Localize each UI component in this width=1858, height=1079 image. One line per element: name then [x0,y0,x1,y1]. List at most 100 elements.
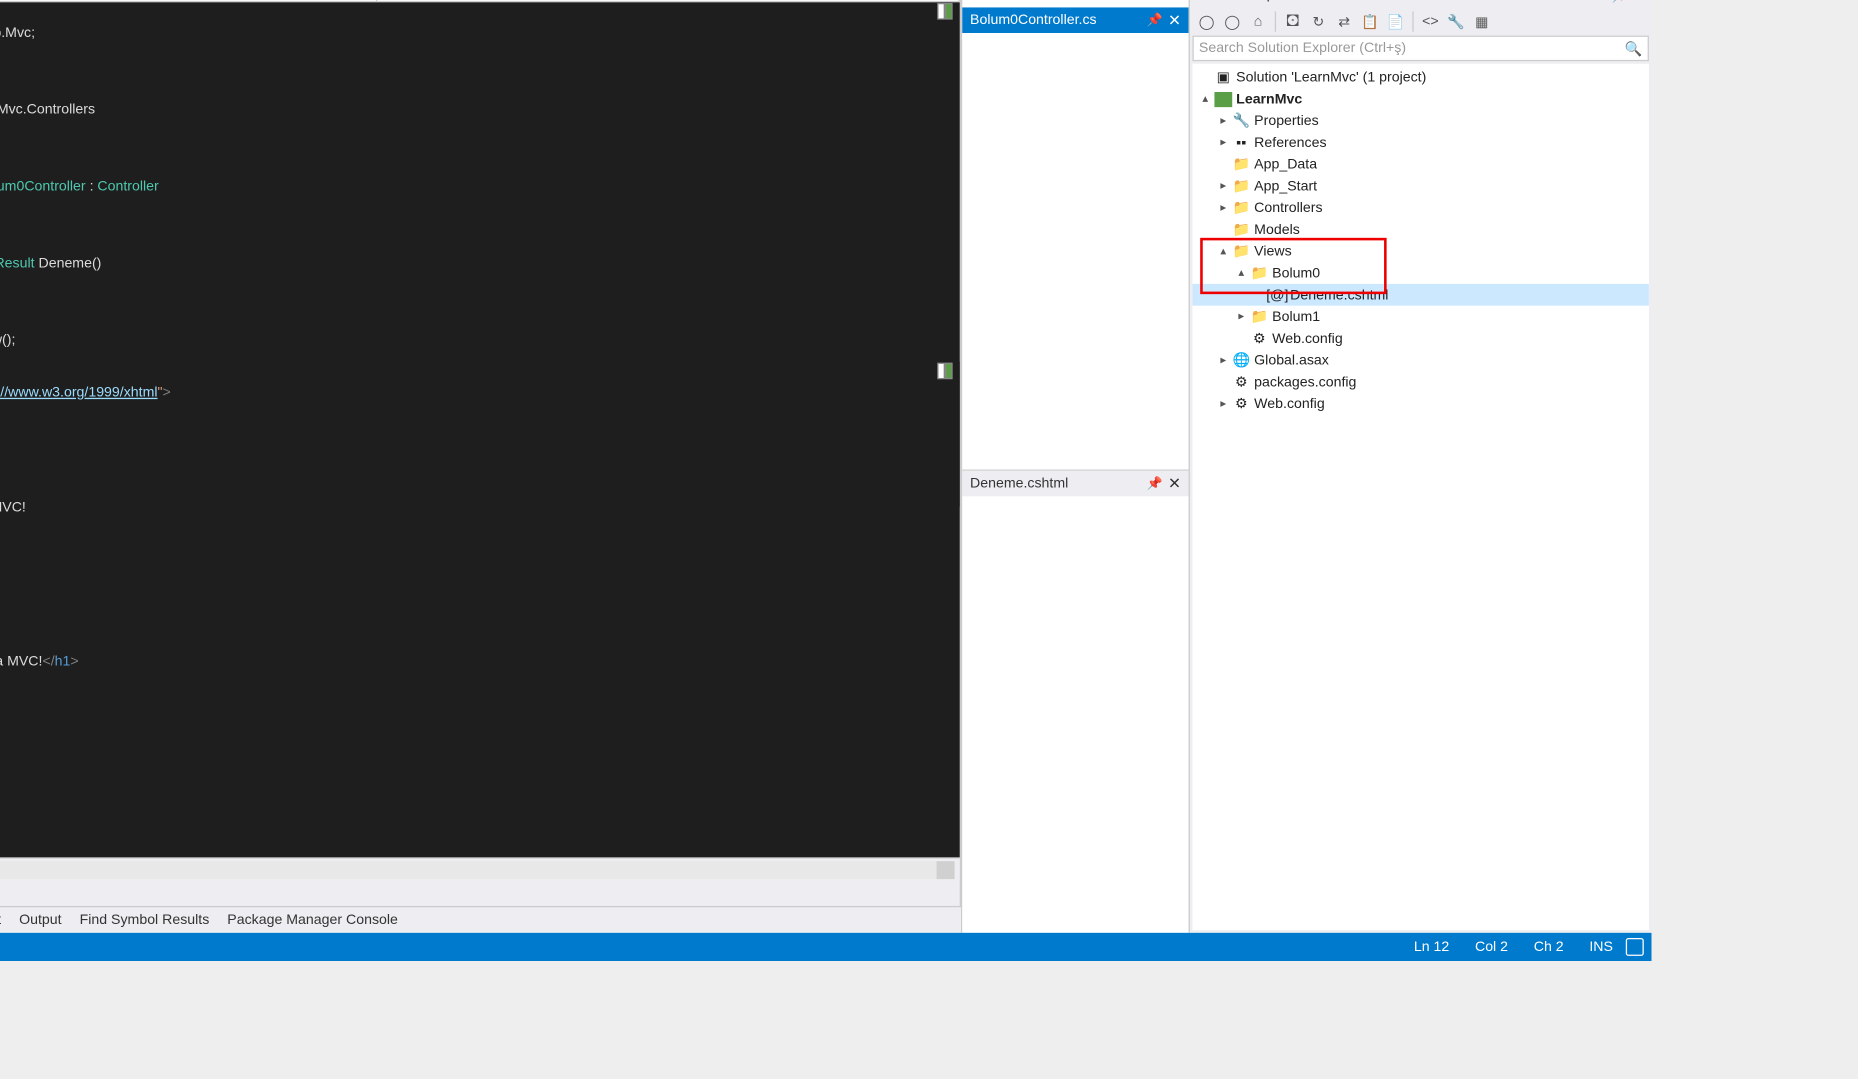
node-webconfig[interactable]: ▸⚙Web.config [1192,393,1648,415]
status-col: Col 2 [1462,939,1521,954]
code-text: Merhaba MVC! [0,500,26,515]
asax-icon: 🌐 [1231,351,1252,369]
references-icon: ▪▪ [1231,134,1252,152]
preview-tab-label: Deneme.cshtml [970,476,1068,491]
node-label: LearnMvc [1236,91,1302,106]
node-views[interactable]: ▴📁Views [1192,240,1648,262]
folder-icon: 📁 [1249,264,1270,282]
node-appstart[interactable]: ▸📁App_Start [1192,175,1648,197]
wrench-icon: 🔧 [1231,112,1252,130]
node-globalasax[interactable]: ▸🌐Global.asax [1192,349,1648,371]
code-icon[interactable]: <> [1419,10,1442,33]
sync-icon[interactable]: 🖸 [1281,10,1304,33]
fատ-icon[interactable]: ◯ [1221,10,1244,33]
pin-icon[interactable]: 📌 [1612,0,1630,3]
solution-icon: ▣ [1213,68,1234,86]
folder-icon: 📁 [1249,308,1270,326]
bottom-tabs: Web Publish Activity Error List Output F… [0,907,961,933]
se-search-placeholder: Search Solution Explorer (Ctrl+ş) [1199,41,1406,56]
expand-icon[interactable]: ▸ [1216,135,1231,149]
node-label: Properties [1254,113,1318,128]
refresh-icon[interactable]: ↻ [1307,10,1330,33]
config-icon: ⚙ [1231,373,1252,391]
back-icon[interactable]: ◯ [1195,10,1218,33]
status-ch: Ch 2 [1521,939,1577,954]
expand-icon[interactable]: ▸ [1234,310,1249,324]
split-marks[interactable] [937,2,960,25]
search-icon[interactable]: 🔍 [1625,40,1643,57]
preview-tab-controller[interactable]: Bolum0Controller.cs 📌 ✕ [962,7,1188,33]
node-appdata[interactable]: ▸📁App_Data [1192,153,1648,175]
status-bar: Ready Ln 12 Col 2 Ch 2 INS [0,933,1652,961]
source-tab-row: ⇆ Source [0,880,960,906]
close-icon[interactable]: ✕ [1635,0,1647,3]
tab-error-list[interactable]: Error List [0,912,1,927]
nav-class-dropdown[interactable]: LearnMvc.Controllers.Bolum0Controller [0,0,377,1]
code-content[interactable]: <html xmlns="http://www.w3.org/1999/xhtm… [0,362,960,857]
node-solution[interactable]: ▸▣ Solution 'LearnMvc' (1 project) [1192,66,1648,88]
solution-explorer: Solution Explorer ▾ 📌 ✕ ◯ ◯ ⌂ 🖸 ↻ ⇄ 📋 📄 … [1189,0,1652,933]
expand-icon[interactable]: ▸ [1216,114,1231,128]
se-search[interactable]: Search Solution Explorer (Ctrl+ş) 🔍 [1192,36,1648,62]
expand-icon[interactable]: ▸ [1216,201,1231,215]
auto-hide-icon[interactable]: ▾ [1599,0,1606,3]
node-project[interactable]: ▴ LearnMvc [1192,88,1648,110]
node-packages[interactable]: ▸⚙packages.config [1192,371,1648,393]
status-ins: INS [1576,939,1625,954]
node-label: Web.config [1272,331,1342,346]
editor-pane-controller: LearnMvc.Controllers.Bolum0Controller De… [0,0,961,362]
expand-icon[interactable]: ▸ [1216,353,1231,367]
node-bolum0[interactable]: ▴📁Bolum0 [1192,262,1648,284]
node-controllers[interactable]: ▸📁Controllers [1192,197,1648,219]
preview-body [962,33,1188,471]
nav-method-dropdown[interactable]: Deneme() [377,0,959,1]
pin-icon[interactable]: 📌 [1147,13,1163,27]
close-icon[interactable]: ✕ [1168,11,1181,29]
node-label: References [1254,135,1326,150]
split-marks[interactable] [937,362,960,385]
collapse-icon[interactable]: ⇄ [1333,10,1356,33]
close-icon[interactable]: ✕ [1168,475,1181,493]
pin-icon[interactable]: 📌 [1147,477,1163,491]
se-title-label: Solution Explorer [1195,0,1303,2]
expand-icon[interactable]: ▴ [1216,244,1231,258]
solution-tree[interactable]: ▸▣ Solution 'LearnMvc' (1 project) ▴ Lea… [1192,64,1648,931]
preview-tab-label: Bolum0Controller.cs [970,13,1097,28]
expand-icon[interactable]: ▸ [1216,179,1231,193]
cshtml-icon: [@] [1267,286,1288,304]
properties-icon[interactable]: 🔧 [1444,10,1467,33]
folder-icon: 📁 [1231,199,1252,217]
preview-icon[interactable]: ▦ [1470,10,1493,33]
method-icon [382,0,400,1]
copy-icon[interactable]: 📋 [1358,10,1381,33]
status-line: Ln 12 [1401,939,1462,954]
expand-icon[interactable]: ▴ [1198,92,1213,106]
folder-icon: 📁 [1231,242,1252,260]
preview-tab-view[interactable]: Deneme.cshtml 📌 ✕ [962,471,1188,497]
node-properties[interactable]: ▸🔧Properties [1192,110,1648,132]
node-label: Models [1254,222,1300,237]
tab-output[interactable]: Output [19,912,61,927]
node-label: Solution 'LearnMvc' (1 project) [1236,70,1426,85]
node-bolum1[interactable]: ▸📁Bolum1 [1192,306,1648,328]
node-deneme[interactable]: ▸[@]Deneme.cshtml [1192,284,1648,306]
se-title: Solution Explorer ▾ 📌 ✕ [1190,0,1652,7]
expand-icon[interactable]: ▸ [1216,397,1231,411]
tab-find-symbol[interactable]: Find Symbol Results [80,912,210,927]
resize-grip-icon[interactable] [1626,938,1644,956]
code-editor-2[interactable]: 1 2 3 4 5 6 7 8 9 10 <html xmlns="http:/… [0,362,960,857]
expand-icon[interactable]: ▴ [1234,266,1249,280]
node-label: packages.config [1254,374,1356,389]
folder-icon: 📁 [1231,155,1252,173]
node-label: Deneme.cshtml [1290,287,1388,302]
home-icon[interactable]: ⌂ [1246,10,1269,33]
node-models[interactable]: ▸📁Models [1192,219,1648,241]
tab-pm-console[interactable]: Package Manager Console [227,912,398,927]
separator [1412,11,1413,31]
node-references[interactable]: ▸▪▪References [1192,132,1648,154]
node-webconfig-views[interactable]: ▸⚙Web.config [1192,327,1648,349]
showall-icon[interactable]: 📄 [1384,10,1407,33]
h-scrollbar[interactable] [0,861,955,879]
node-label: Bolum1 [1272,309,1320,324]
node-label: Global.asax [1254,352,1329,367]
